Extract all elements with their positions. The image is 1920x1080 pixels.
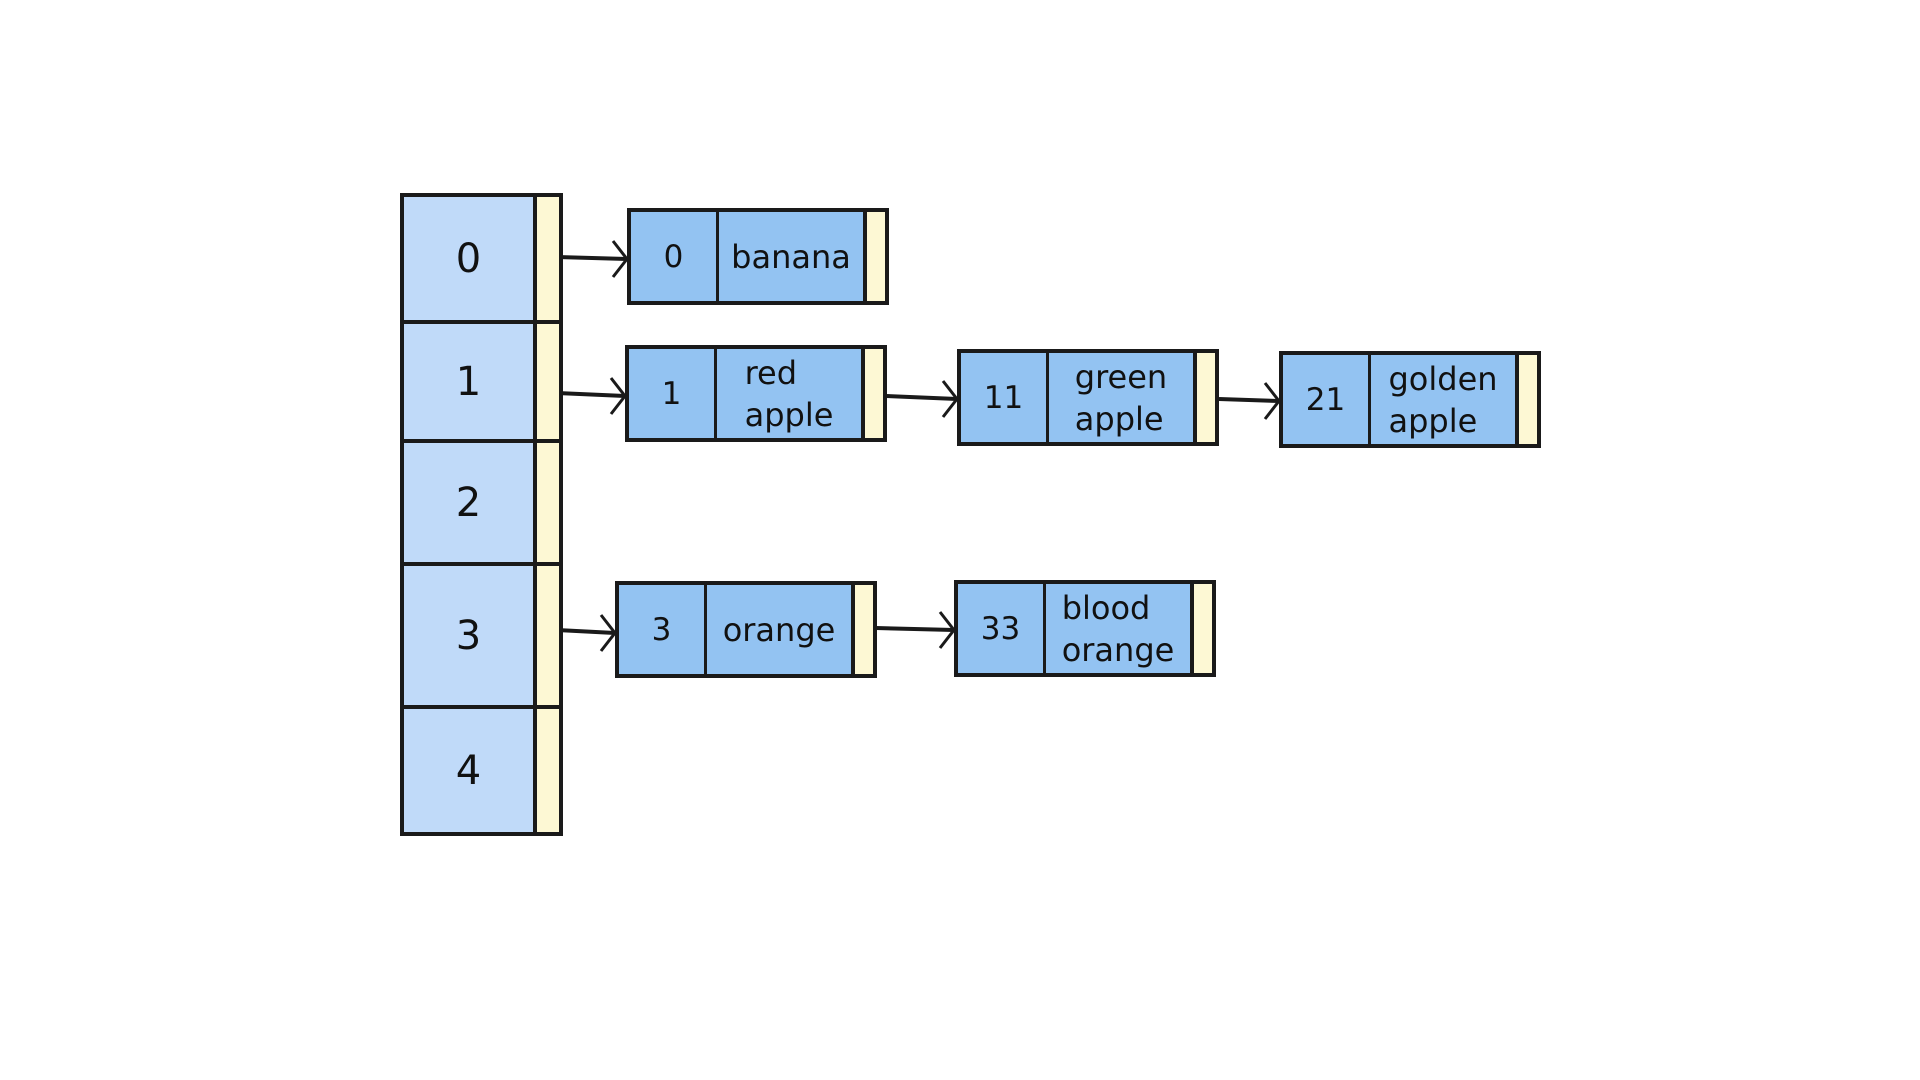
node-value-line: blood [1061, 588, 1151, 627]
node-key: 3 [619, 585, 707, 674]
node-value: blood orange [1046, 584, 1190, 673]
next-pointer [851, 585, 873, 674]
node-value-line: red [744, 353, 798, 392]
node-b3-0: 3 orange [615, 581, 877, 678]
next-pointer [861, 349, 883, 438]
node-key: 0 [631, 212, 719, 301]
next-pointer [863, 212, 885, 301]
bucket-3: 3 [404, 566, 537, 705]
bucket-2: 2 [404, 443, 537, 562]
node-value-line: orange [1061, 630, 1175, 669]
arrow-b0-icon [556, 240, 629, 278]
hash-table-diagram: 0 1 2 3 4 0 banana 1 red apple 11 green … [0, 0, 1920, 1080]
node-b1-2: 21 golden apple [1279, 351, 1541, 448]
next-pointer [1190, 584, 1212, 673]
node-value-line: green [1074, 357, 1168, 396]
node-key: 11 [961, 353, 1049, 442]
node-value: orange [707, 585, 851, 674]
node-value-line: banana [731, 237, 851, 276]
bucket-array: 0 1 2 3 4 [400, 193, 563, 836]
arrows-layer [556, 240, 1281, 652]
node-value: banana [719, 212, 863, 301]
node-b1-0: 1 red apple [625, 345, 887, 442]
arrow-b1-n2-icon [1218, 382, 1281, 420]
node-b0-0: 0 banana [627, 208, 889, 305]
node-b3-1: 33 blood orange [954, 580, 1216, 677]
node-value: green apple [1049, 353, 1193, 442]
node-value: golden apple [1371, 355, 1515, 444]
node-value-line: apple [1388, 401, 1478, 440]
bucket-1: 1 [404, 324, 537, 439]
node-value-line: golden [1388, 359, 1498, 398]
bucket-0: 0 [404, 197, 537, 320]
bucket-4: 4 [404, 709, 537, 832]
node-value-line: apple [1074, 399, 1164, 438]
node-value-line: apple [744, 395, 834, 434]
node-key: 33 [958, 584, 1046, 673]
arrow-b1-icon [556, 377, 627, 415]
node-value-line: orange [722, 610, 836, 649]
node-key: 21 [1283, 355, 1371, 444]
node-key: 1 [629, 349, 717, 438]
arrow-b1-n1-icon [885, 380, 959, 418]
next-pointer [1515, 355, 1537, 444]
arrow-b3-icon [556, 614, 617, 652]
arrow-b3-n1-icon [875, 611, 956, 649]
node-value: red apple [717, 349, 861, 438]
next-pointer [1193, 353, 1215, 442]
node-b1-1: 11 green apple [957, 349, 1219, 446]
